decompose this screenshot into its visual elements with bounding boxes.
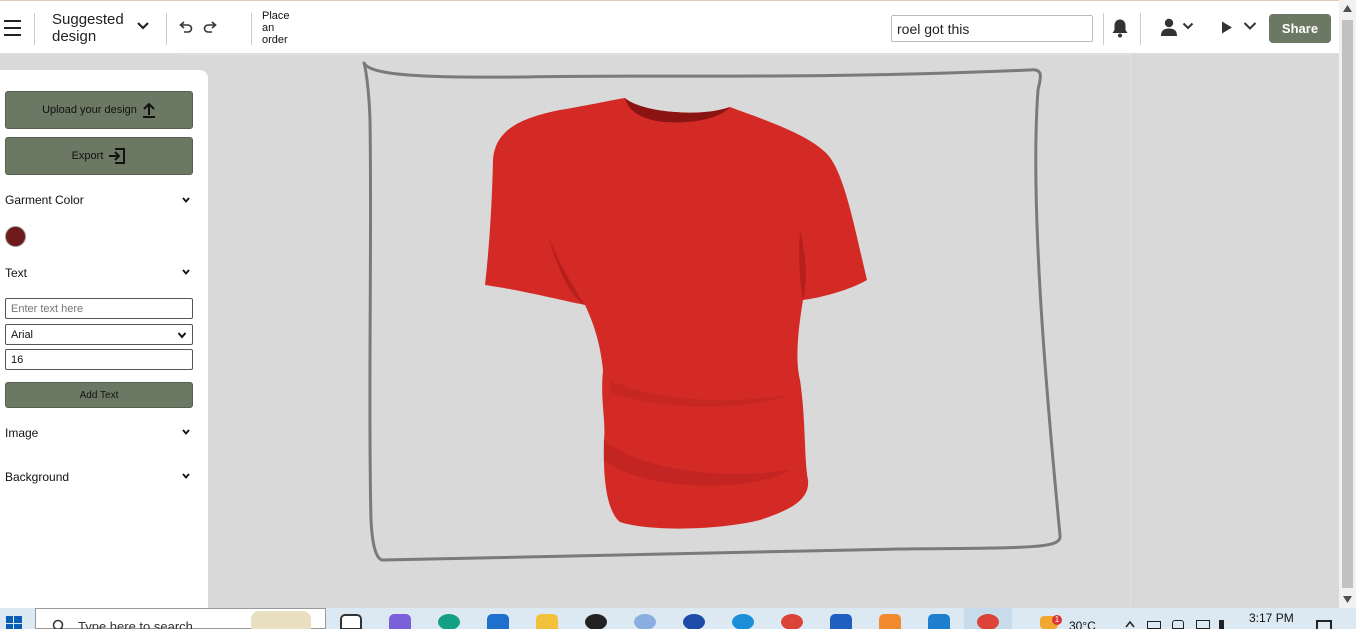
app-icon[interactable] — [683, 614, 705, 629]
chevron-down-icon[interactable] — [136, 19, 150, 33]
chevron-down-icon[interactable] — [1182, 20, 1194, 32]
redo-icon[interactable] — [203, 20, 218, 35]
export-label: Export — [71, 150, 104, 162]
chevron-down-icon[interactable] — [181, 267, 191, 277]
chevron-down-icon[interactable] — [181, 427, 191, 437]
garment-color-title[interactable]: Garment Color — [5, 193, 84, 207]
text-section-title[interactable]: Text — [5, 266, 27, 280]
chrome-browser-icon[interactable] — [781, 614, 803, 629]
chevron-down-icon — [177, 331, 187, 339]
top-toolbar: Suggested design Place an order Share — [0, 0, 1339, 54]
app-window: Suggested design Place an order Share Up… — [0, 0, 1356, 629]
battery-icon[interactable] — [1147, 621, 1161, 629]
text-input[interactable] — [5, 298, 193, 319]
tshirt-model[interactable] — [485, 98, 867, 529]
hamburger-menu-icon[interactable] — [4, 20, 21, 38]
copilot-app-icon[interactable] — [389, 614, 411, 629]
toolbar-divider — [34, 13, 35, 45]
garment-color-swatch[interactable] — [5, 226, 26, 247]
play-icon[interactable] — [1221, 21, 1233, 34]
task-view-icon[interactable] — [340, 614, 362, 629]
design-name[interactable]: Suggested design — [52, 11, 132, 45]
place-order-link[interactable]: Place an order — [262, 10, 302, 46]
display-icon[interactable] — [1196, 620, 1210, 629]
vscode-icon[interactable] — [928, 614, 950, 629]
export-button[interactable]: Export — [5, 137, 193, 175]
chrome-browser-icon[interactable] — [977, 614, 999, 629]
scroll-up-arrow-icon[interactable] — [1343, 5, 1352, 12]
export-icon — [109, 148, 126, 164]
bell-icon[interactable] — [1111, 18, 1129, 38]
chevron-down-icon[interactable] — [181, 195, 191, 205]
left-sidebar: Upload your design Export Garment Color … — [0, 70, 208, 610]
upload-label: Upload your design — [42, 104, 137, 116]
undo-icon[interactable] — [178, 20, 193, 35]
mail-app-icon[interactable] — [487, 614, 509, 629]
user-icon[interactable] — [1160, 18, 1178, 37]
scroll-down-arrow-icon[interactable] — [1343, 596, 1352, 603]
taskbar-search-placeholder: Type here to search — [78, 619, 193, 629]
font-select-value: Arial — [11, 328, 34, 341]
font-size-input[interactable] — [5, 349, 193, 370]
windows-taskbar: Type here to search 1 30°C 3:17 PM — [0, 608, 1356, 629]
app-icon[interactable] — [879, 614, 901, 629]
search-icon — [52, 619, 64, 629]
volume-icon[interactable] — [1219, 620, 1233, 629]
image-section-title[interactable]: Image — [5, 426, 38, 440]
app-icon[interactable] — [634, 614, 656, 629]
taskbar-temperature[interactable]: 30°C — [1069, 619, 1096, 629]
toolbar-divider — [251, 13, 252, 45]
toolbar-divider — [1140, 13, 1141, 45]
share-button[interactable]: Share — [1269, 14, 1331, 43]
chevron-down-icon[interactable] — [181, 471, 191, 481]
background-section-title[interactable]: Background — [5, 470, 69, 484]
network-icon[interactable] — [1172, 620, 1184, 629]
toolbar-divider — [1103, 13, 1104, 45]
vertical-scrollbar[interactable] — [1339, 0, 1356, 608]
notification-center-icon[interactable] — [1316, 620, 1332, 629]
upload-icon — [142, 102, 155, 118]
grammarly-app-icon[interactable] — [438, 614, 460, 629]
chevron-up-icon[interactable] — [1125, 620, 1135, 628]
taskbar-search-box[interactable]: Type here to search — [35, 608, 326, 629]
taskbar-clock[interactable]: 3:17 PM — [1249, 611, 1294, 625]
design-name-input[interactable] — [891, 15, 1093, 42]
edge-browser-icon[interactable] — [732, 614, 754, 629]
notification-badge: 1 — [1052, 615, 1062, 625]
font-select[interactable]: Arial — [5, 324, 193, 345]
toolbar-divider — [166, 13, 167, 45]
scrollbar-thumb[interactable] — [1342, 20, 1353, 588]
chevron-down-icon[interactable] — [1243, 20, 1257, 32]
add-text-button[interactable]: Add Text — [5, 382, 193, 408]
file-explorer-icon[interactable] — [536, 614, 558, 629]
upload-design-button[interactable]: Upload your design — [5, 91, 193, 129]
search-highlight-image — [251, 611, 311, 629]
windows-start-icon[interactable] — [6, 616, 22, 629]
app-icon[interactable] — [585, 614, 607, 629]
app-icon[interactable] — [830, 614, 852, 629]
